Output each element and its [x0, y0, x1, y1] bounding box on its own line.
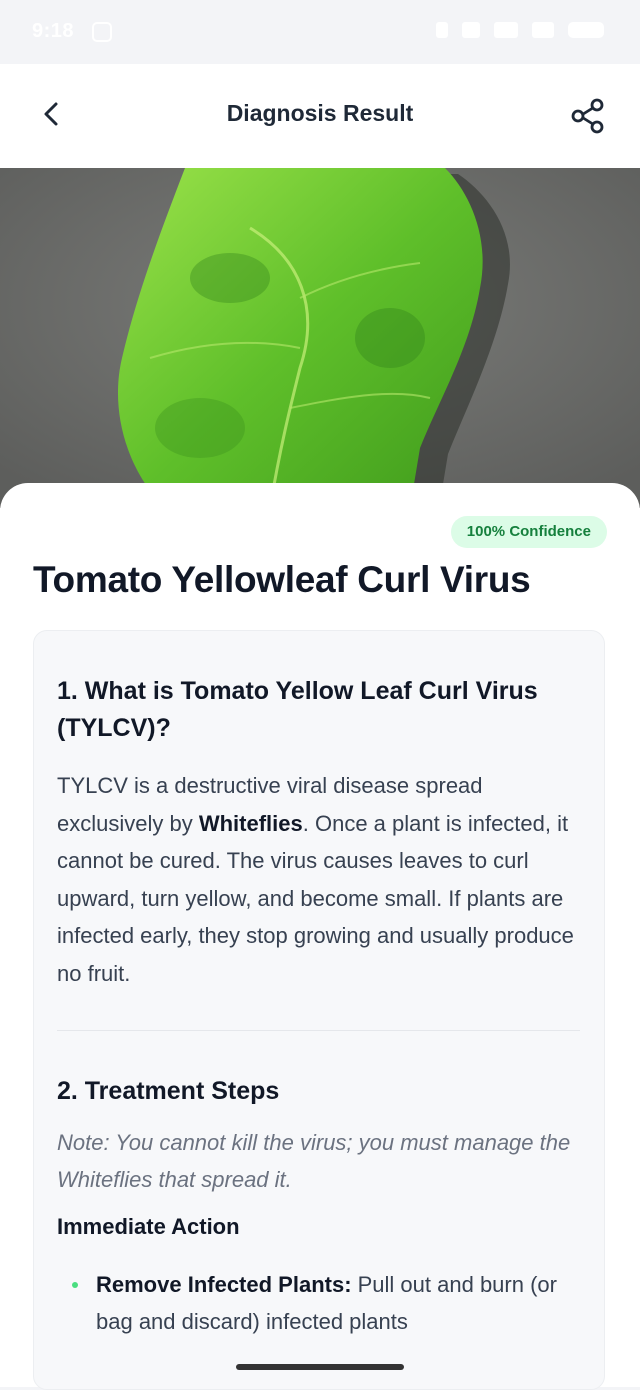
share-button[interactable]	[564, 92, 612, 140]
section-heading-what-is: 1. What is Tomato Yellow Leaf Curl Virus…	[57, 677, 538, 742]
bluetooth-icon	[436, 22, 448, 38]
home-indicator[interactable]	[236, 1364, 404, 1370]
section-body-what-is: TYLCV is a destructive viral disease spr…	[57, 767, 580, 992]
body-text-bold: Whiteflies	[198, 810, 303, 836]
treatment-note: Note: You cannot kill the virus; you mus…	[57, 1130, 571, 1192]
diagnosis-details-card: 1. What is Tomato Yellow Leaf Curl Virus…	[33, 630, 605, 1390]
signal-icon	[494, 22, 518, 38]
section-heading-treatment: 2. Treatment Steps	[57, 1077, 280, 1105]
mute-icon	[462, 22, 480, 38]
list-item: Remove Infected Plants: Pull out and bur…	[57, 1266, 580, 1340]
status-time: 9:18	[32, 20, 75, 42]
immediate-action-heading: Immediate Action	[57, 1214, 240, 1239]
body-text-post: . Once a plant is infected, it cannot be…	[57, 810, 574, 986]
confidence-badge: 100% Confidence	[450, 516, 607, 548]
page-title: Diagnosis Result	[226, 100, 414, 126]
screenshot-indicator-icon	[92, 22, 112, 42]
share-icon	[571, 98, 604, 134]
disease-name: Tomato Yellowleaf Curl Virus	[33, 559, 531, 600]
status-icons	[436, 22, 604, 38]
status-bar: 9:18	[0, 0, 640, 64]
section-divider	[57, 1030, 580, 1031]
bullet-bold: Remove Infected Plants:	[96, 1272, 352, 1297]
leaf-photo	[0, 168, 640, 508]
bullet-dot-icon	[72, 1282, 78, 1288]
result-sheet: 100% Confidence Tomato Yellowleaf Curl V…	[0, 483, 640, 1390]
battery-icon	[568, 22, 604, 38]
wifi-icon	[532, 22, 554, 38]
app-header: Diagnosis Result	[0, 64, 640, 168]
